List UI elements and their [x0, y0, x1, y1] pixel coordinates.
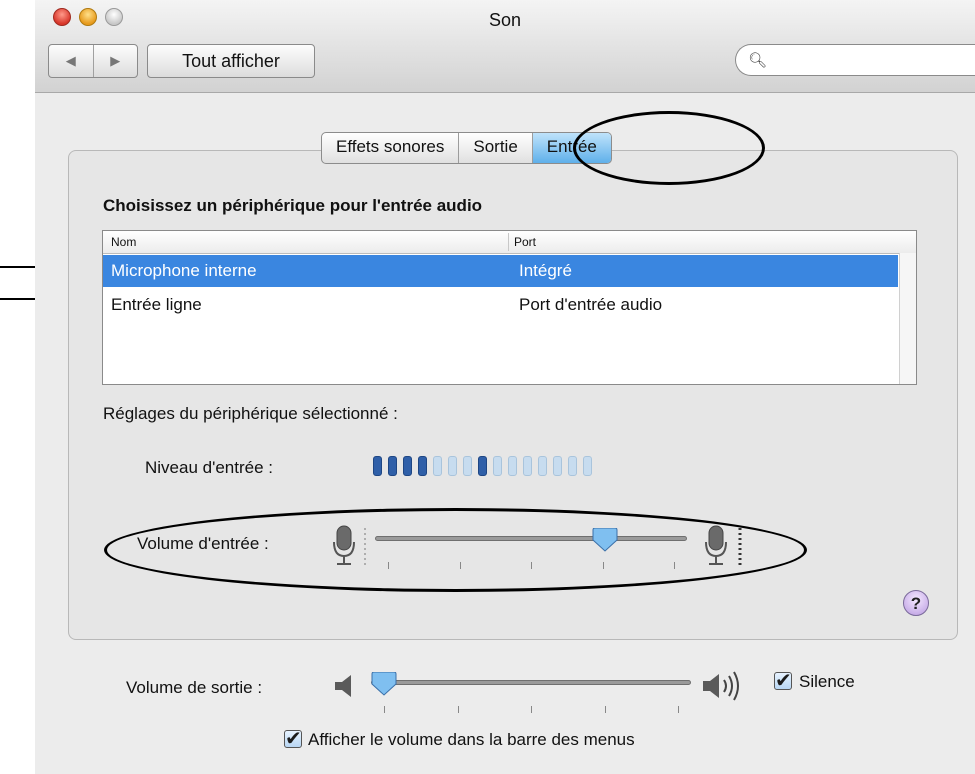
slider-tick	[604, 706, 606, 713]
input-level-segment	[448, 456, 457, 476]
slider-tick	[531, 706, 532, 713]
device-name: Microphone interne	[111, 261, 257, 280]
input-level-segment	[478, 456, 487, 476]
input-level-segment	[568, 456, 577, 476]
input-level-segment	[553, 456, 562, 476]
input-level-segment	[493, 456, 502, 476]
back-arrow-icon[interactable]: ◀	[49, 45, 94, 77]
input-level-segment	[523, 456, 532, 476]
output-volume-thumb[interactable]	[371, 672, 397, 696]
annotation-circle-volume	[104, 508, 807, 592]
speaker-high-icon	[701, 670, 745, 707]
device-name: Entrée ligne	[111, 295, 202, 314]
input-level-segment	[463, 456, 472, 476]
show-volume-in-menu-checkbox[interactable]	[284, 726, 302, 751]
input-level-segment	[403, 456, 412, 476]
input-level-meter	[373, 456, 592, 476]
table-row[interactable]: Entrée ligne Port d'entrée audio	[103, 289, 898, 321]
tab-bar: Effets sonores Sortie Entrée	[321, 132, 612, 164]
annotation-circle-tab	[573, 111, 765, 185]
mute-label: Silence	[799, 672, 855, 691]
output-volume-ticks	[371, 706, 691, 714]
input-level-segment	[373, 456, 382, 476]
help-button[interactable]: ?	[903, 590, 929, 616]
device-settings-label: Réglages du périphérique sélectionné :	[103, 404, 398, 423]
device-list-heading: Choisissez un périphérique pour l'entrée…	[103, 196, 483, 215]
slider-tick	[457, 706, 459, 713]
tab-sound-effects[interactable]: Effets sonores	[322, 133, 460, 163]
column-header-name[interactable]: Nom	[111, 235, 136, 249]
forward-arrow-icon[interactable]: ▶	[94, 45, 138, 77]
table-row[interactable]: Microphone interne Intégré	[103, 255, 898, 287]
input-level-segment	[538, 456, 547, 476]
table-scrollbar[interactable]	[899, 253, 916, 384]
slider-tick	[384, 706, 385, 713]
column-header-port[interactable]: Port	[514, 235, 536, 249]
title-bar: Son ◀ ▶ Tout afficher 🔍︎	[35, 0, 975, 93]
output-volume-label: Volume de sortie :	[126, 678, 263, 697]
slider-tick	[678, 706, 679, 713]
table-header: Nom Port	[103, 231, 916, 254]
input-level-segment	[583, 456, 592, 476]
input-level-segment	[508, 456, 517, 476]
device-port: Port d'entrée audio	[519, 295, 663, 314]
search-icon: 🔍︎	[748, 52, 768, 69]
show-volume-in-menu-label: Afficher le volume dans la barre des men…	[308, 730, 635, 749]
show-all-button[interactable]: Tout afficher	[147, 44, 315, 78]
output-volume-slider[interactable]	[371, 680, 691, 685]
speaker-low-icon	[333, 672, 359, 705]
column-separator	[508, 233, 509, 251]
search-field[interactable]: 🔍︎	[735, 44, 975, 76]
device-table[interactable]: Nom Port Microphone interne Intégré Entr…	[102, 230, 917, 385]
sound-preferences-window: Son ◀ ▶ Tout afficher 🔍︎ Effets sonores …	[35, 0, 975, 774]
input-level-segment	[388, 456, 397, 476]
tab-output[interactable]: Sortie	[459, 133, 533, 163]
window-title: Son	[488, 10, 522, 30]
input-level-segment	[433, 456, 442, 476]
input-level-segment	[418, 456, 427, 476]
mute-checkbox[interactable]	[774, 668, 792, 693]
device-port: Intégré	[519, 261, 572, 280]
input-level-label: Niveau d'entrée :	[145, 458, 273, 477]
back-forward-buttons: ◀ ▶	[48, 44, 138, 78]
